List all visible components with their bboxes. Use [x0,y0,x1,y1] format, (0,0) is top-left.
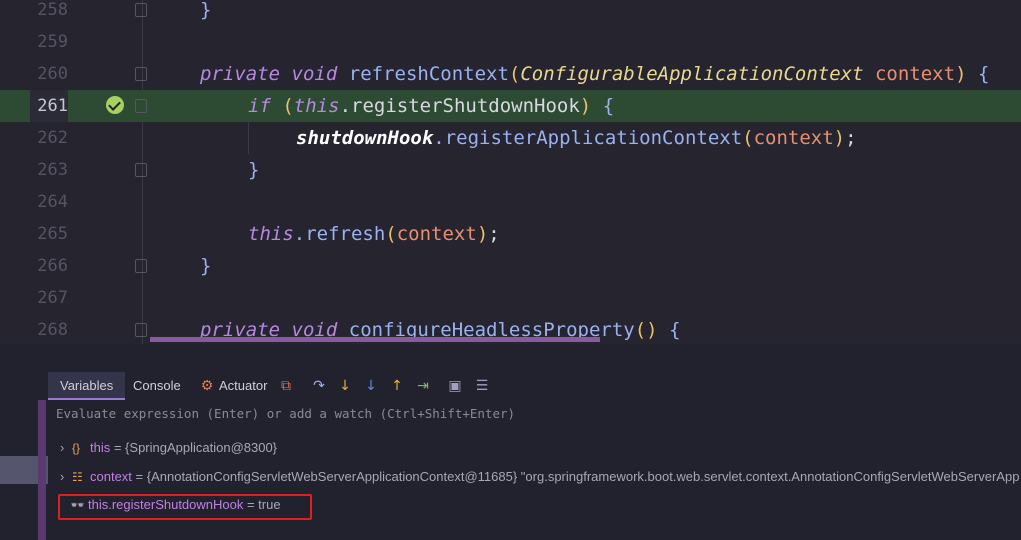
run-to-cursor-icon[interactable]: ⇥ [415,378,431,394]
line-number: 262 [37,128,68,148]
field-icon: ☷ [72,470,83,484]
code-text: shutdownHook.registerApplicationContext(… [296,127,857,149]
code-text: } [248,159,260,181]
debugger-toolbar: Variables Console ⚙ Actuator ⧉ ↷ ↓ ↓ ↑ ⇥… [0,372,1021,400]
line-number: 264 [37,192,68,212]
variable-row-this[interactable]: ›{} this = {SpringApplication@8300} [60,436,1021,460]
code-text: this.refresh(context); [248,223,500,245]
restore-layout-icon[interactable]: ⧉ [278,378,294,394]
line-number-current: 261 [30,90,68,122]
code-line-266[interactable]: 266 } [0,250,1021,282]
breakpoint-check-icon[interactable] [106,96,124,114]
tab-variables[interactable]: Variables [48,372,126,400]
step-into-icon[interactable]: ↓ [337,378,353,394]
fold-marker-icon[interactable] [135,163,147,177]
line-number: 258 [37,0,68,20]
trace-icon[interactable]: ☰ [474,378,490,394]
tab-actuator[interactable]: Actuator [207,372,279,400]
line-number: 266 [37,256,68,276]
code-text: } [200,255,212,277]
variable-row-context[interactable]: › ☷ context = {AnnotationConfigServletWebS… [60,465,1021,489]
code-text: } [200,0,212,21]
code-line-267[interactable]: 267 [0,282,1021,314]
frame-indicator [38,400,46,540]
step-out-icon[interactable]: ↑ [389,378,405,394]
tab-console[interactable]: Console [121,372,193,400]
line-number: 265 [37,224,68,244]
evaluate-expression-icon[interactable]: ▣ [447,378,463,394]
code-line-263[interactable]: 263 } [0,154,1021,186]
fold-marker-icon[interactable] [135,67,147,81]
line-number: 259 [37,32,68,52]
evaluate-expression-input[interactable]: Evaluate expression (Enter) or add a wat… [56,406,515,421]
code-line-261-current[interactable]: 261 if (this.registerShutdownHook) { [0,90,1021,122]
fold-marker-icon[interactable] [135,99,147,113]
code-line-264[interactable]: 264 [0,186,1021,218]
line-number: 267 [37,288,68,308]
line-number: 260 [37,64,68,84]
code-editor[interactable]: 258 } 259 260 private void refreshContex… [0,0,1021,344]
code-line-265[interactable]: 265 this.refresh(context); [0,218,1021,250]
horizontal-scrollbar[interactable] [150,337,600,342]
code-line-258[interactable]: 258 } [0,0,1021,26]
line-number: 263 [37,160,68,180]
fold-marker-icon[interactable] [135,323,147,337]
code-line-260[interactable]: 260 private void refreshContext(Configur… [0,58,1021,90]
indent-guide [248,122,249,154]
force-step-into-icon[interactable]: ↓ [363,378,379,394]
object-icon: {} [72,441,81,455]
code-line-259[interactable]: 259 [0,26,1021,58]
code-text: private void refreshContext(Configurable… [200,63,990,85]
code-line-262[interactable]: 262 shutdownHook.registerApplicationCont… [0,122,1021,154]
line-number: 268 [37,320,68,340]
chevron-right-icon[interactable]: › [60,436,72,460]
step-over-icon[interactable]: ↷ [311,378,327,394]
fold-marker-icon[interactable] [135,259,147,273]
fold-marker-icon[interactable] [135,3,147,17]
watch-highlight-box [58,494,312,520]
code-text: if (this.registerShutdownHook) { [248,95,615,117]
chevron-right-icon[interactable]: › [60,465,72,489]
